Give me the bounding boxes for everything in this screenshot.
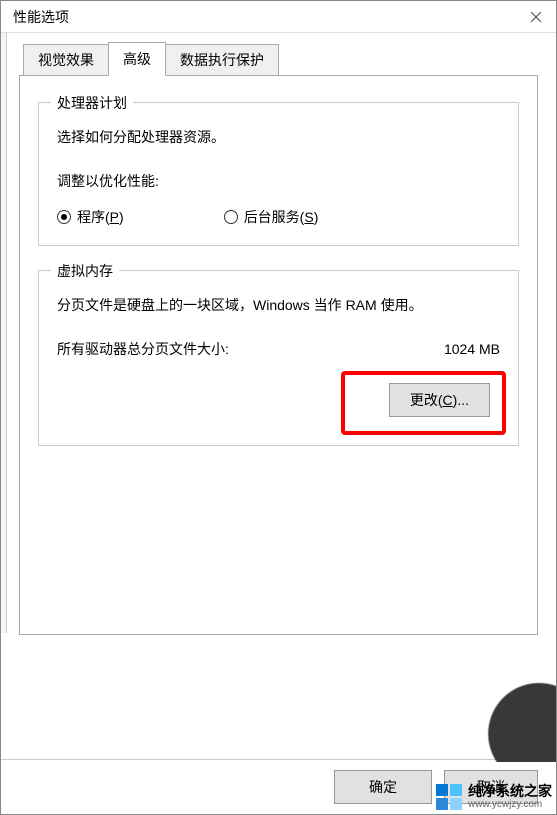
virtual-memory-description: 分页文件是硬盘上的一块区域，Windows 当作 RAM 使用。 (57, 295, 500, 315)
watermark: 纯净系统之家 www.ycwjzy.com (436, 784, 552, 810)
radio-circle-icon (57, 210, 71, 224)
tab-dep[interactable]: 数据执行保护 (165, 44, 279, 76)
processor-group-title: 处理器计划 (51, 93, 133, 113)
tab-visual-effects[interactable]: 视觉效果 (23, 44, 109, 76)
change-button-area: 更改(C)... (57, 373, 500, 427)
tab-strip: 视觉效果 高级 数据执行保护 (23, 44, 538, 76)
processor-scheduling-group: 处理器计划 选择如何分配处理器资源。 调整以优化性能: 程序(P) 后台服务(S… (38, 102, 519, 246)
radio-dot-icon (61, 214, 67, 220)
watermark-logo-icon (436, 784, 462, 810)
virtual-memory-group-title: 虚拟内存 (51, 261, 119, 281)
watermark-text: 纯净系统之家 www.ycwjzy.com (468, 784, 552, 810)
titlebar: 性能选项 (1, 1, 556, 33)
tab-advanced[interactable]: 高级 (108, 42, 166, 76)
radio-programs[interactable]: 程序(P) (57, 207, 124, 227)
ok-button[interactable]: 确定 (334, 770, 432, 804)
tab-panel-advanced: 处理器计划 选择如何分配处理器资源。 调整以优化性能: 程序(P) 后台服务(S… (19, 75, 538, 635)
radio-background-label: 后台服务(S) (244, 207, 319, 227)
radio-background[interactable]: 后台服务(S) (224, 207, 319, 227)
virtual-memory-group: 虚拟内存 分页文件是硬盘上的一块区域，Windows 当作 RAM 使用。 所有… (38, 270, 519, 446)
paging-file-size-value: 1024 MB (444, 341, 500, 357)
radio-circle-icon (224, 210, 238, 224)
paging-file-size-label: 所有驱动器总分页文件大小: (57, 339, 229, 359)
close-icon (530, 11, 542, 23)
content-area: 视觉效果 高级 数据执行保护 处理器计划 选择如何分配处理器资源。 调整以优化性… (1, 33, 556, 814)
processor-radio-row: 程序(P) 后台服务(S) (57, 207, 500, 227)
paging-file-size-row: 所有驱动器总分页文件大小: 1024 MB (57, 339, 500, 359)
close-button[interactable] (524, 5, 548, 29)
change-button[interactable]: 更改(C)... (389, 383, 490, 417)
radio-programs-label: 程序(P) (77, 207, 124, 227)
processor-description: 选择如何分配处理器资源。 (57, 127, 500, 147)
adjust-performance-label: 调整以优化性能: (57, 171, 500, 191)
window-title: 性能选项 (13, 7, 69, 27)
performance-options-window: 性能选项 视觉效果 高级 数据执行保护 处理器计划 选择如何分配处理器资源。 (0, 0, 557, 815)
